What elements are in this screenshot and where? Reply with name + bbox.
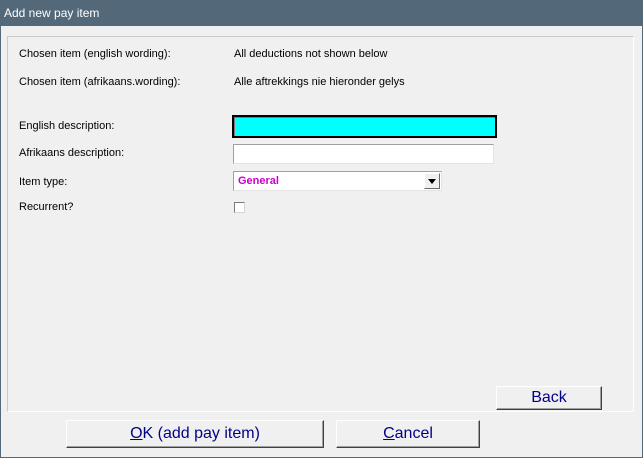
chosen-afrikaans-value: Alle aftrekkings nie hieronder gelys [234,76,405,88]
ok-button-label: K (add pay item) [142,425,260,442]
chosen-english-label: Chosen item (english wording): [19,48,171,60]
recurrent-label: Recurrent? [19,201,74,213]
afrikaans-description-input[interactable] [233,144,494,164]
cancel-accelerator: C [383,425,395,442]
back-button[interactable]: Back [496,386,602,410]
cancel-button-label: ancel [394,425,433,442]
dropdown-arrow-button[interactable] [424,173,440,189]
english-description-label: English description: [19,120,115,132]
back-button-label: Back [531,389,567,406]
item-type-selected-value: General [238,175,279,187]
recurrent-checkbox[interactable] [234,202,245,213]
item-type-dropdown[interactable]: General [233,171,442,191]
cancel-button[interactable]: Cancel [336,420,480,448]
afrikaans-description-label: Afrikaans description: [19,147,125,159]
chosen-afrikaans-label: Chosen item (afrikaans.wording): [19,76,181,88]
window-title: Add new pay item [4,6,100,20]
dialog-body: Chosen item (english wording): All deduc… [1,26,642,457]
english-description-input[interactable] [232,115,497,138]
title-bar[interactable]: Add new pay item [0,0,643,26]
item-type-label: Item type: [19,176,68,188]
ok-accelerator: O [130,425,143,442]
ok-add-pay-item-button[interactable]: OK (add pay item) [66,420,324,448]
form-panel [7,36,634,412]
chosen-english-value: All deductions not shown below [234,48,388,60]
dialog-window: Add new pay item Chosen item (english wo… [0,0,643,458]
chevron-down-icon [428,179,436,184]
